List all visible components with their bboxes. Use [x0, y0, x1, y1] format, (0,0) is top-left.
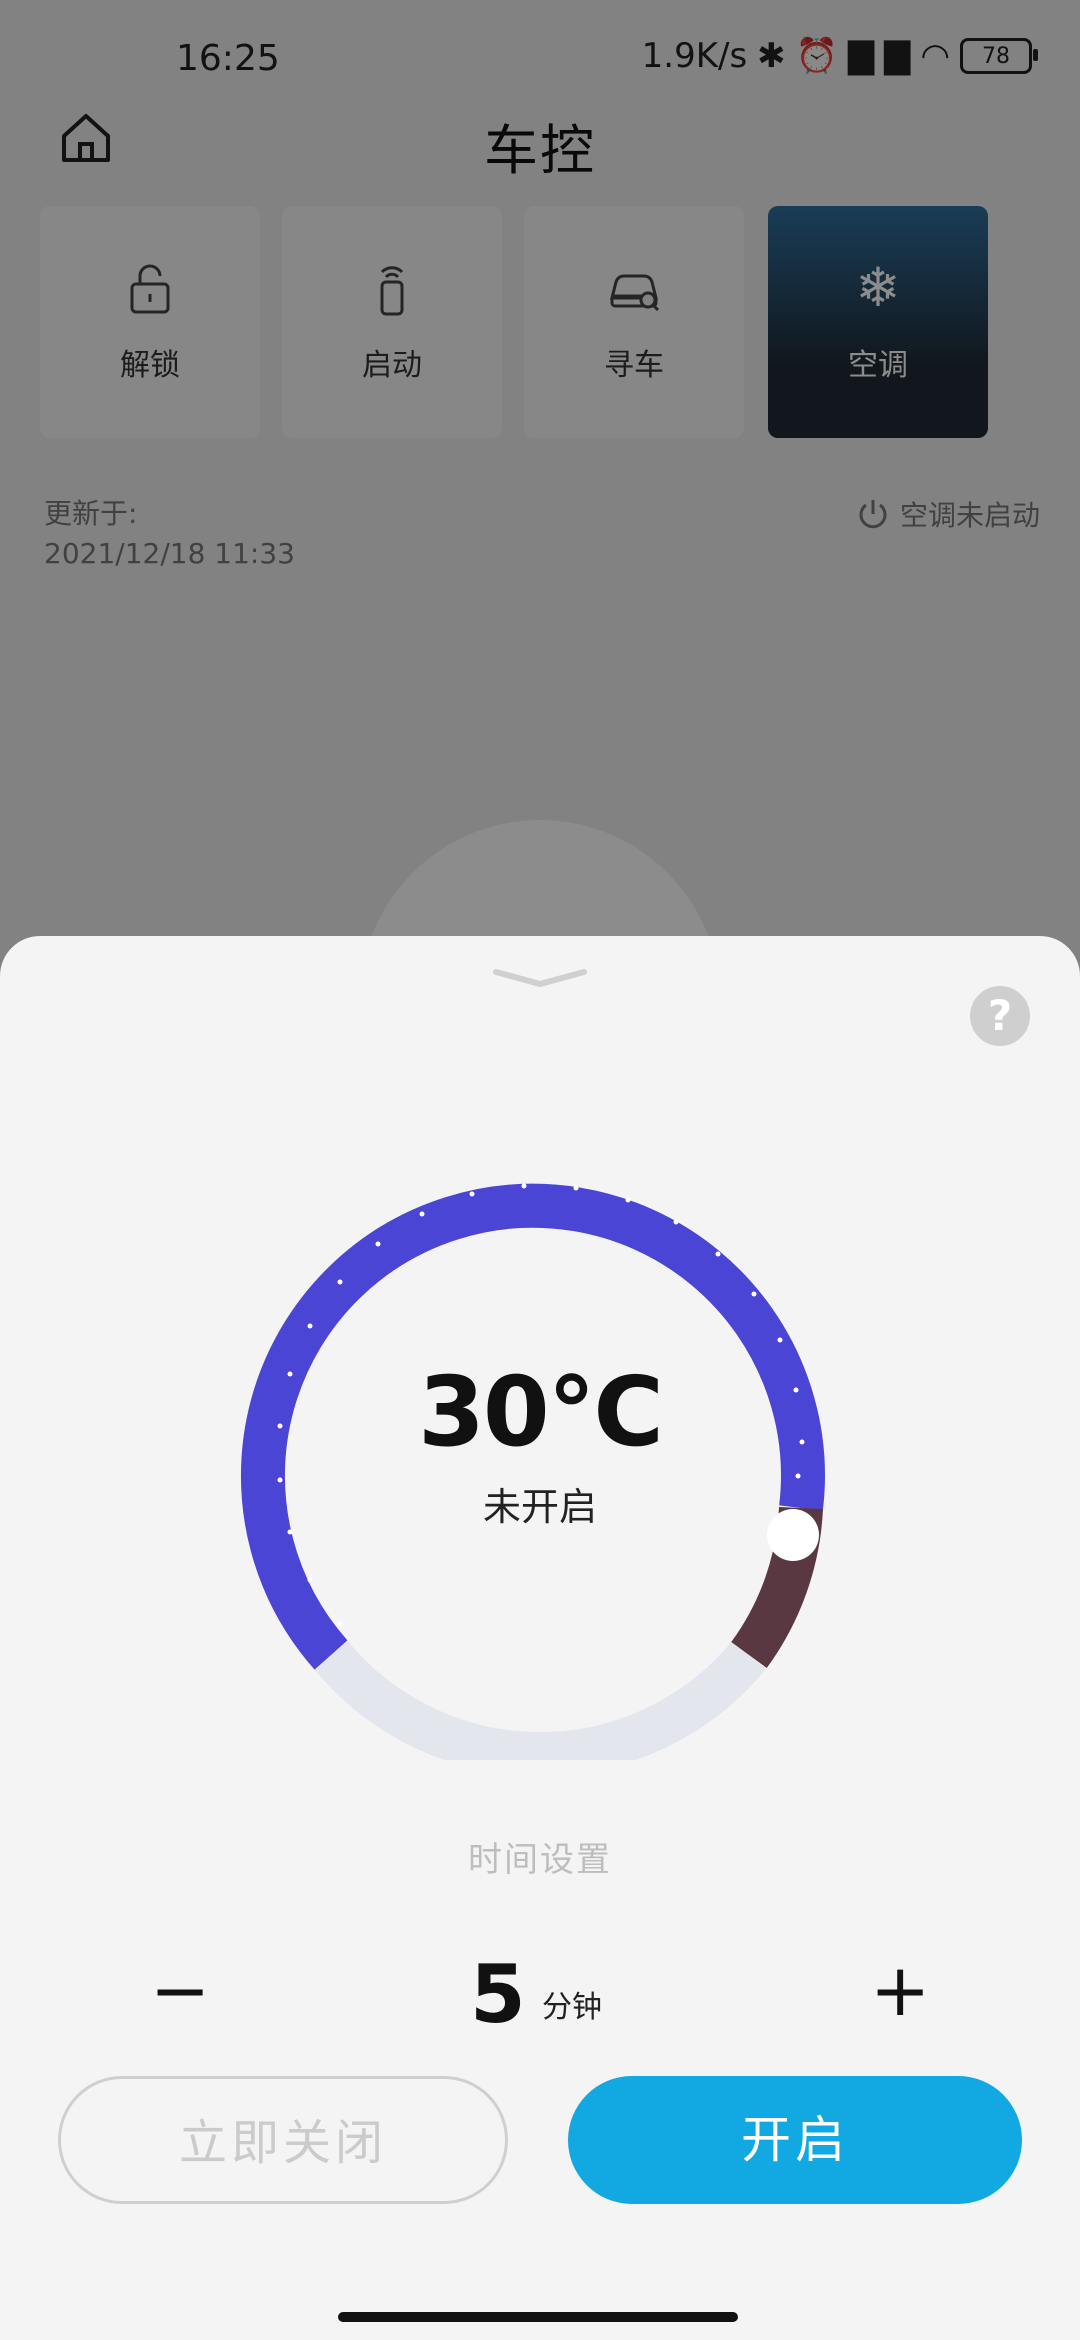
help-button[interactable]: ?	[970, 986, 1030, 1046]
dial-track	[313, 1641, 767, 1760]
increase-time-button[interactable]: +	[870, 1942, 930, 2038]
ac-bottom-sheet: ? 30℃ 未开启 时间设置 − 5 分钟 + 立即关闭 开启	[0, 936, 1080, 2340]
time-setting-label: 时间设置	[468, 1840, 612, 1880]
chevron-down-icon[interactable]	[490, 966, 590, 990]
time-stepper: − 5 分钟 +	[0, 1942, 1080, 2041]
temperature-value: 30℃	[418, 1356, 664, 1468]
minutes-value: 5	[470, 1948, 526, 2041]
home-indicator[interactable]	[338, 2312, 738, 2322]
minutes-unit: 分钟	[542, 1990, 602, 2025]
decrease-time-button[interactable]: −	[150, 1942, 210, 2038]
close-now-button[interactable]: 立即关闭	[58, 2076, 508, 2204]
temperature-status: 未开启	[482, 1485, 597, 1529]
start-button[interactable]: 开启	[568, 2076, 1022, 2204]
